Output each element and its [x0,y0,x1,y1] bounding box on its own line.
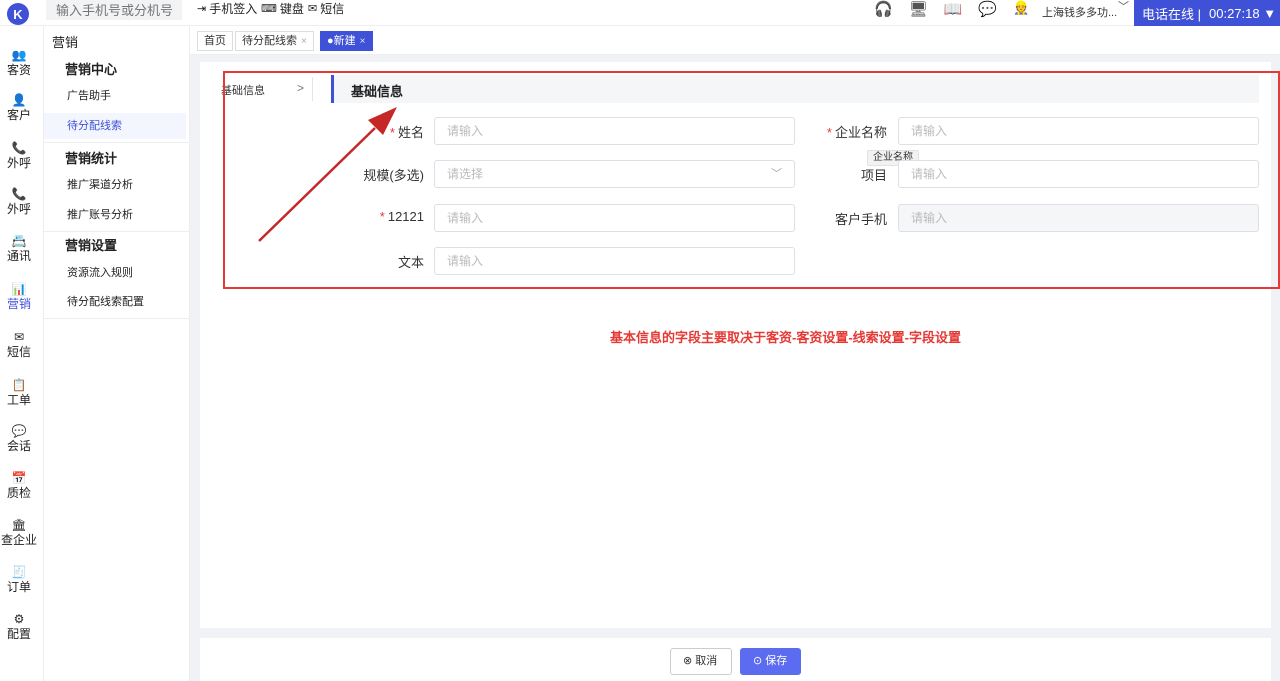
sub-group-marketing-center[interactable]: 营销中心 [65,59,117,78]
nav-item-outbound-call[interactable]: 📞 外呼 [0,141,38,171]
customer-pool-icon: 👥 [11,48,27,62]
header-icons: 🎧 🖥 📖 💬 [874,0,997,18]
annotation-box [223,71,1280,289]
nav-item-order[interactable]: 🧾 订单 [0,565,38,595]
sub-item-pending-leads[interactable]: 待分配线索 [44,113,186,139]
sign-in-label: 手机签入 [209,1,258,16]
sub-group-marketing-settings[interactable]: 营销设置 [65,235,117,254]
sms-icon: ✉ [13,330,25,344]
nav-item-conversation[interactable]: 💬 会话 [0,424,38,454]
top-bar: K ⇥ 手机签入 ⌨ 键盘 ✉ 短信 🎧 🖥 📖 💬 👷 上海钱多多功... ﹀… [0,0,1280,26]
close-icon[interactable]: × [360,36,366,47]
divider [44,231,190,232]
nav-item-company-search[interactable]: 🏛 查企业 [0,518,38,548]
company-search-icon: 🏛 [11,518,27,532]
sms-button[interactable]: ✉ 短信 [308,0,344,16]
keyboard-button[interactable]: ⌨ 键盘 [261,0,304,16]
sub-item-ad-assistant[interactable]: 广告助手 [44,83,186,109]
keyboard-label: 键盘 [279,1,304,16]
avatar[interactable]: 👷 [1013,0,1029,16]
headset-icon[interactable]: 🎧 [874,0,893,18]
order-icon: 🧾 [11,565,27,579]
marketing-icon: 📊 [11,282,27,296]
customer-icon: 👤 [11,93,27,107]
tabs-bar: 首页 待分配线索 × ●新建 × [190,26,1280,55]
sub-item-inflow-rules[interactable]: 资源流入规则 [44,260,186,286]
sub-menu: 营销 营销中心 广告助手 待分配线索 营销统计 推广渠道分析 推广账号分析 营销… [44,26,190,681]
sub-item-channel-analysis[interactable]: 推广渠道分析 [44,172,186,198]
check-circle-icon: ⊙ [753,655,766,667]
contacts-icon: 📇 [11,234,27,248]
sub-group-marketing-stats[interactable]: 营销统计 [65,148,117,167]
book-icon[interactable]: 📖 [944,0,963,18]
chat-icon[interactable]: 💬 [978,0,997,18]
footer-bar [200,638,1271,681]
tab-new[interactable]: ●新建 × [320,31,373,51]
sub-item-pending-leads-config[interactable]: 待分配线索配置 [44,289,186,315]
close-icon[interactable]: × [301,36,307,47]
divider [44,318,190,319]
nav-item-quality-check[interactable]: 📅 质检 [0,471,38,501]
sub-item-account-analysis[interactable]: 推广账号分析 [44,202,186,228]
icon-sidebar: 👥 客资 👤 客户 📞 外呼 📞 外呼 📇 通讯 📊 营销 ✉ 短信 📋 工单 💬 会话 📅 质检 … [0,26,44,681]
save-button[interactable]: ⊙ 保存 [740,648,801,675]
app-logo[interactable]: K [7,3,29,25]
cancel-button[interactable]: ⊗ 取消 [670,648,732,675]
settings-icon: ⚙ [13,612,25,626]
nav-item-marketing[interactable]: 📊 营销 [0,282,38,312]
nav-item-settings[interactable]: ⚙ 配置 [0,612,38,642]
call-timer: 00:27:18 ▼ [1209,5,1277,21]
ticket-icon: 📋 [11,378,27,392]
sign-in-button[interactable]: ⇥ 手机签入 [197,0,257,16]
conversation-icon: 💬 [11,424,27,438]
sign-in-icon: ⇥ [197,2,207,15]
cancel-icon: ⊗ [683,655,696,667]
mail-icon: ✉ [308,2,318,15]
tab-pending-leads[interactable]: 待分配线索 × [235,31,314,51]
nav-item-customer[interactable]: 👤 客户 [0,93,38,123]
phone-status-bar[interactable]: 电话在线 | 00:27:18 ▼ [1134,0,1280,26]
sms-label: 短信 [320,1,345,16]
nav-item-contacts[interactable]: 📇 通讯 [0,234,38,264]
monitor-icon[interactable]: 🖥 [909,0,928,18]
divider [44,142,190,143]
nav-item-sms[interactable]: ✉ 短信 [0,330,38,360]
keyboard-icon: ⌨ [261,2,277,15]
chevron-down-icon[interactable]: ﹀ [1118,0,1129,14]
search-input[interactable] [46,0,182,20]
nav-item-ticket[interactable]: 📋 工单 [0,378,38,408]
nav-item-outbound-call-2[interactable]: 📞 外呼 [0,187,38,217]
sub-menu-title: 营销 [52,35,79,50]
user-name[interactable]: 上海钱多多功... [1042,4,1117,20]
quality-check-icon: 📅 [11,471,27,485]
tab-home[interactable]: 首页 [197,31,233,51]
outbound-call-icon: 📞 [11,141,27,155]
phone-status-label: 电话在线 | [1142,6,1201,22]
nav-item-customer-pool[interactable]: 👥 客资 [0,48,38,78]
annotation-note: 基本信息的字段主要取决于客资-客资设置-线索设置-字段设置 [610,330,961,345]
outbound-call-2-icon: 📞 [11,187,27,201]
